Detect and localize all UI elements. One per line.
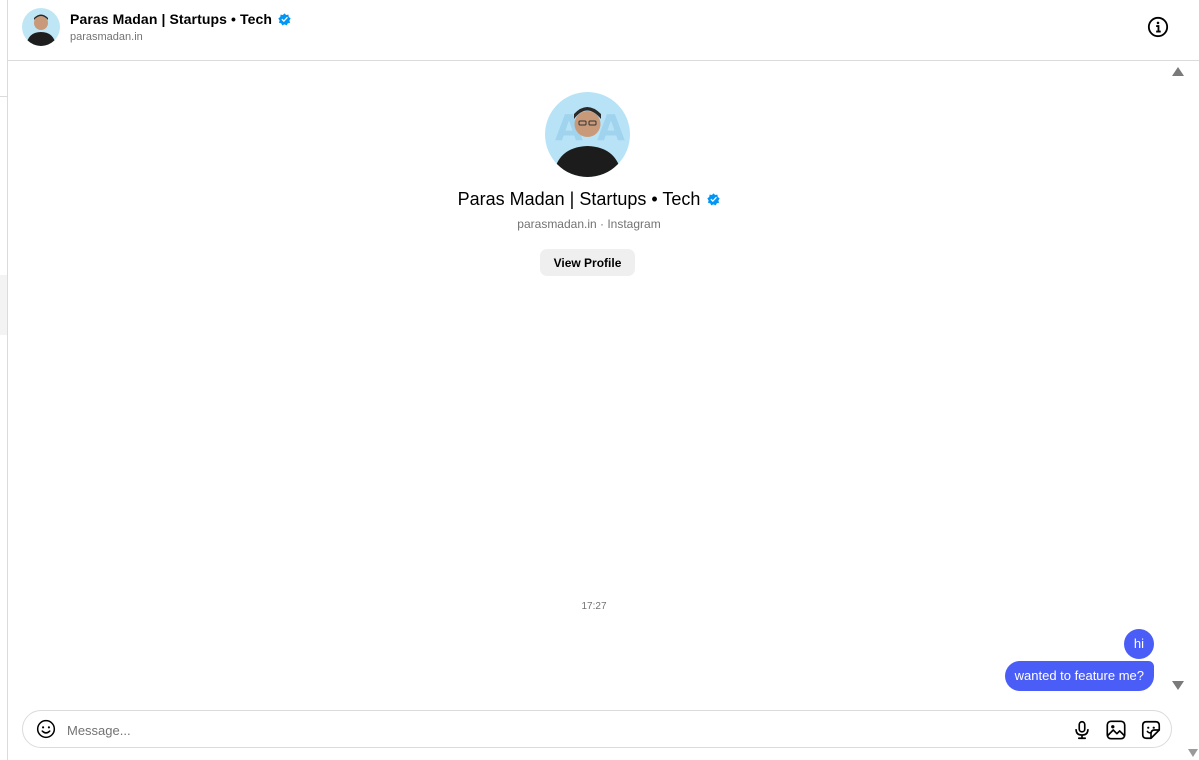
message-bubble-sent[interactable]: wanted to feature me? — [1004, 661, 1154, 691]
svg-text:A: A — [597, 108, 625, 149]
profile-name: Paras Madan | Startups • Tech — [457, 189, 701, 209]
thread-header: Paras Madan | Startups • Tech parasmadan… — [8, 0, 1199, 61]
message-bubble-sent[interactable]: hi — [1123, 629, 1154, 659]
microphone-icon[interactable] — [1071, 719, 1093, 741]
left-panel-edge — [0, 0, 8, 760]
header-title[interactable]: Paras Madan | Startups • Tech — [70, 11, 291, 27]
scrollbar[interactable] — [1170, 61, 1187, 701]
scroll-down-arrow-icon[interactable] — [1172, 681, 1184, 690]
header-avatar[interactable] — [22, 8, 60, 46]
divider — [0, 96, 7, 97]
profile-avatar[interactable]: A A — [545, 92, 630, 177]
page-scroll-down-arrow-icon[interactable] — [1188, 749, 1198, 757]
message-list: A A Paras Madan | Startups • Tech parasm… — [8, 61, 1170, 701]
verified-badge-icon — [707, 193, 721, 206]
verified-badge-icon — [278, 12, 291, 26]
gallery-icon[interactable] — [1105, 719, 1127, 741]
header-name: Paras Madan | Startups • Tech — [70, 11, 273, 27]
message-composer — [22, 710, 1172, 748]
scroll-up-arrow-icon[interactable] — [1172, 67, 1184, 76]
sticker-icon[interactable] — [1140, 719, 1162, 741]
message-input[interactable] — [65, 718, 969, 742]
message-timestamp: 17:27 — [581, 601, 607, 612]
emoji-icon[interactable] — [36, 719, 56, 739]
view-profile-button[interactable]: View Profile — [540, 249, 635, 276]
header-username: parasmadan.in — [70, 31, 143, 43]
info-icon[interactable] — [1147, 16, 1169, 38]
dm-thread-window: Paras Madan | Startups • Tech parasmadan… — [0, 0, 1199, 760]
profile-subtitle: parasmadan.in · Instagram — [517, 217, 661, 231]
profile-name-row: Paras Madan | Startups • Tech — [8, 189, 1170, 210]
panel-shadow — [0, 275, 7, 335]
